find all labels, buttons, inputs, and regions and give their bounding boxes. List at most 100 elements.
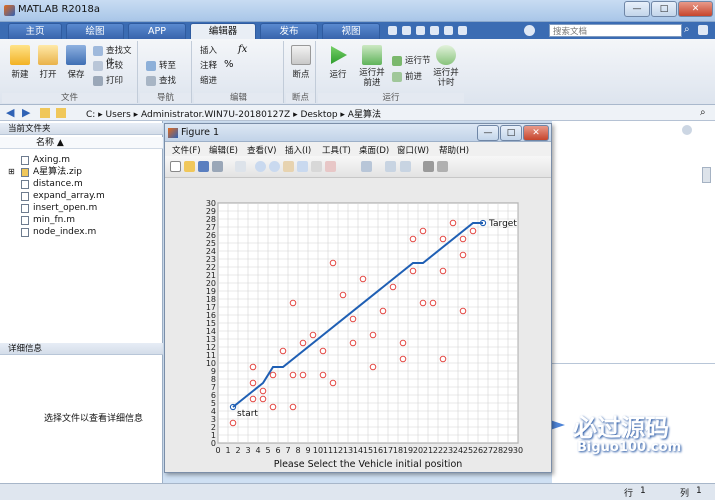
colorbar-icon[interactable] xyxy=(385,161,396,172)
zoom-out-icon[interactable] xyxy=(269,161,280,172)
watermark-url: Biguo100.com xyxy=(577,440,682,455)
forward-icon[interactable]: ▶ xyxy=(22,107,30,118)
current-path[interactable]: C: ▸ Users ▸ Administrator.WIN7U-2018012… xyxy=(86,107,381,120)
undo-quick-icon[interactable] xyxy=(444,26,453,35)
file-item[interactable]: distance.m xyxy=(21,178,83,190)
rotate-icon[interactable] xyxy=(297,161,308,172)
figure-minimize-button[interactable]: — xyxy=(477,125,499,141)
address-search-icon[interactable]: ⌕ xyxy=(700,107,706,118)
paste-quick-icon[interactable] xyxy=(430,26,439,35)
minimize-button[interactable]: — xyxy=(624,1,650,17)
zoom-in-icon[interactable] xyxy=(255,161,266,172)
x-tick-label: 6 xyxy=(275,446,280,455)
find-files-button[interactable]: 查找文件 xyxy=(93,45,137,68)
menu-desktop[interactable]: 桌面(D) xyxy=(359,144,389,156)
menu-tools[interactable]: 工具(T) xyxy=(322,144,351,156)
save-button[interactable]: 保存 xyxy=(60,45,92,80)
m-file-icon xyxy=(21,204,29,213)
tab-view[interactable]: 视图 xyxy=(322,23,380,39)
open-file-icon[interactable] xyxy=(184,161,195,172)
brush-icon[interactable] xyxy=(325,161,336,172)
scrollbar-thumb[interactable] xyxy=(702,167,711,183)
link-plot-icon[interactable] xyxy=(361,161,372,172)
menu-file[interactable]: 文件(F) xyxy=(172,144,201,156)
y-tick-label: 15 xyxy=(206,319,216,328)
filter-icon[interactable] xyxy=(698,25,708,35)
print-button[interactable]: 打印 xyxy=(93,75,123,87)
run-advance-button[interactable]: 运行并 前进 xyxy=(354,45,390,88)
figure-close-button[interactable]: ✕ xyxy=(523,125,549,141)
fx-icon[interactable]: fx xyxy=(238,44,247,55)
run-icon xyxy=(331,46,347,64)
x-tick-label: 10 xyxy=(313,446,323,455)
run-and-time-button[interactable]: 运行并 计时 xyxy=(428,45,464,88)
run-button[interactable]: 运行 xyxy=(322,45,354,80)
run-advance-icon xyxy=(362,45,382,65)
save-quick-icon[interactable] xyxy=(388,26,397,35)
x-tick-label: 19 xyxy=(403,446,413,455)
file-item[interactable]: Axing.m xyxy=(21,154,70,166)
x-tick-label: 26 xyxy=(473,446,483,455)
redo-quick-icon[interactable] xyxy=(458,26,467,35)
m-file-icon xyxy=(21,156,29,165)
find-button[interactable]: 查找 xyxy=(146,75,176,87)
up-folder-icon[interactable] xyxy=(40,108,50,118)
cut-quick-icon[interactable] xyxy=(402,26,411,35)
percent-icon[interactable]: % xyxy=(224,59,234,70)
run-section-button[interactable]: 运行节 xyxy=(392,55,431,67)
current-folder-panel: 当前文件夹 名称 ▲ Axing.m A星算法.zip ⊞ distance.m… xyxy=(0,121,163,483)
indent-button[interactable]: 缩进 xyxy=(200,75,217,87)
target-label: Target xyxy=(488,219,517,229)
plot-axes[interactable]: 0011223344556677889910101111121213131414… xyxy=(165,178,551,472)
tab-publish[interactable]: 发布 xyxy=(260,23,318,39)
name-column-header[interactable]: 名称 ▲ xyxy=(0,137,163,149)
file-item[interactable]: A星算法.zip xyxy=(21,166,82,178)
hide-plot-tools-icon[interactable] xyxy=(423,161,434,172)
search-icon[interactable]: ⌕ xyxy=(684,25,694,35)
figure-title-bar: Figure 1 — □ ✕ xyxy=(165,124,551,142)
comment-button[interactable]: 注释 xyxy=(200,60,217,72)
menu-window[interactable]: 窗口(W) xyxy=(397,144,429,156)
new-figure-icon[interactable] xyxy=(170,161,181,172)
maximize-button[interactable]: □ xyxy=(651,1,677,17)
show-plot-tools-icon[interactable] xyxy=(437,161,448,172)
search-docs-input[interactable] xyxy=(549,24,682,37)
legend-icon[interactable] xyxy=(400,161,411,172)
help-quick-icon[interactable] xyxy=(524,25,535,36)
tab-editor[interactable]: 编辑器 xyxy=(190,23,256,39)
panel-menu-icon[interactable] xyxy=(682,125,692,135)
print-figure-icon[interactable] xyxy=(212,161,223,172)
copy-quick-icon[interactable] xyxy=(416,26,425,35)
insert-button[interactable]: 插入 xyxy=(200,45,217,57)
back-icon[interactable]: ◀ xyxy=(6,107,14,118)
edit-plot-icon[interactable] xyxy=(235,161,246,172)
new-icon xyxy=(10,45,30,65)
y-tick-label: 12 xyxy=(206,343,216,352)
figure-window[interactable]: Figure 1 — □ ✕ 文件(F) 编辑(E) 查看(V) 插入(I) 工… xyxy=(164,123,552,473)
pan-icon[interactable] xyxy=(283,161,294,172)
file-item[interactable]: expand_array.m xyxy=(21,190,105,202)
save-figure-icon[interactable] xyxy=(198,161,209,172)
figure-maximize-button[interactable]: □ xyxy=(500,125,522,141)
menu-insert[interactable]: 插入(I) xyxy=(285,144,311,156)
advance-button[interactable]: 前进 xyxy=(392,71,422,83)
goto-button[interactable]: 转至 xyxy=(146,60,176,72)
breakpoints-button[interactable]: 断点 xyxy=(286,45,316,80)
file-item[interactable]: min_fn.m xyxy=(21,214,75,226)
menu-edit[interactable]: 编辑(E) xyxy=(209,144,238,156)
close-button[interactable]: ✕ xyxy=(678,1,713,17)
title-bar: MATLAB R2018a — □ ✕ xyxy=(0,0,715,22)
browse-folder-icon[interactable] xyxy=(56,108,66,118)
expand-icon[interactable]: ⊞ xyxy=(8,167,15,176)
current-folder-title: 当前文件夹 xyxy=(0,123,163,135)
menu-view[interactable]: 查看(V) xyxy=(247,144,276,156)
data-cursor-icon[interactable] xyxy=(311,161,322,172)
file-item[interactable]: node_index.m xyxy=(21,226,96,238)
file-item[interactable]: insert_open.m xyxy=(21,202,97,214)
x-tick-label: 2 xyxy=(235,446,240,455)
tab-home[interactable]: 主页 xyxy=(8,23,62,39)
menu-help[interactable]: 帮助(H) xyxy=(439,144,469,156)
compare-button[interactable]: 比较 xyxy=(93,60,123,72)
tab-plots[interactable]: 绘图 xyxy=(66,23,124,39)
tab-apps[interactable]: APP xyxy=(128,23,186,39)
